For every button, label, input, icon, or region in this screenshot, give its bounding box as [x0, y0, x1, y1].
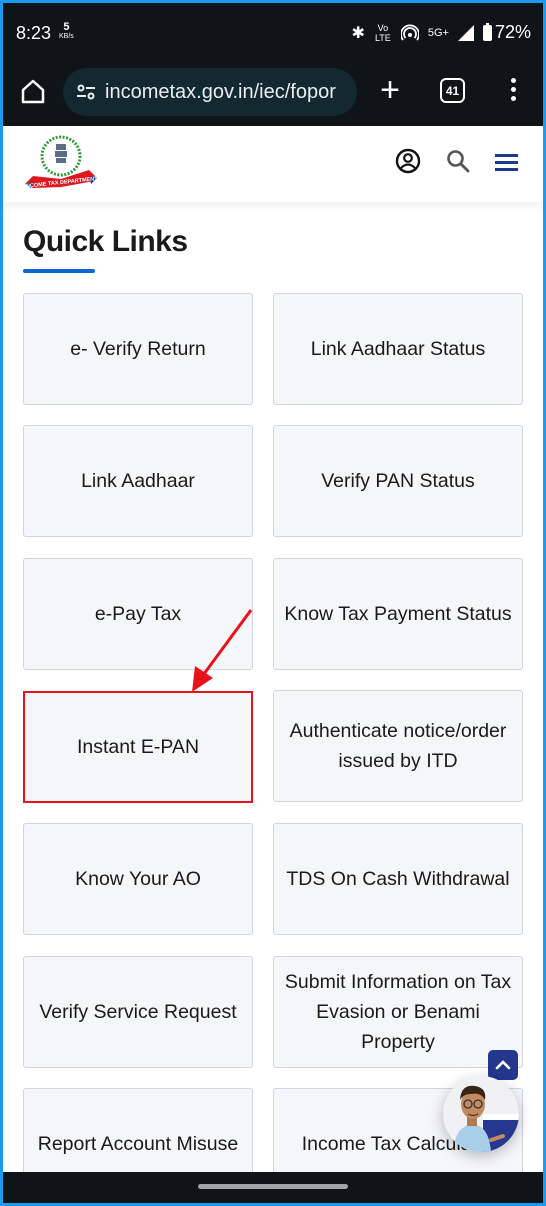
site-settings-icon[interactable]	[75, 81, 97, 103]
volte-icon: Vo LTE	[374, 22, 391, 43]
clock: 8:23	[16, 23, 52, 43]
home-icon[interactable]	[18, 76, 48, 106]
network-speed: 5 KB/s	[59, 21, 74, 41]
assistant-character-icon	[453, 1085, 519, 1152]
hotspot-icon	[400, 24, 419, 41]
new-tab-button[interactable]: +	[375, 73, 405, 107]
status-icons: ✱ Vo LTE 5G+ 72%	[351, 22, 531, 43]
quick-link-link-aadhaar-status[interactable]: Link Aadhaar Status	[273, 293, 523, 405]
browser-toolbar: incometax.gov.in/iec/fopor + 41	[3, 58, 543, 126]
chevron-up-icon	[495, 1060, 511, 1070]
gesture-handle[interactable]	[198, 1184, 348, 1189]
search-icon[interactable]	[445, 148, 471, 174]
user-account-icon[interactable]	[395, 148, 421, 174]
bluetooth-icon: ✱	[351, 24, 365, 42]
quick-link-tds-on-cash-withdrawal[interactable]: TDS On Cash Withdrawal	[273, 823, 523, 935]
page-title: Quick Links	[23, 225, 188, 258]
status-bar: 8:23 5 KB/s ✱ Vo LTE 5G+ 72%	[3, 3, 543, 58]
quick-link-know-tax-payment-status[interactable]: Know Tax Payment Status	[273, 558, 523, 670]
chatbot-assistant-avatar[interactable]	[443, 1076, 519, 1152]
quick-link-verify-pan-status[interactable]: Verify PAN Status	[273, 425, 523, 537]
scroll-to-top-button[interactable]	[488, 1050, 518, 1080]
battery-indicator: 72%	[482, 22, 531, 43]
annotation-arrow-icon	[192, 609, 253, 692]
quick-link-know-your-ao[interactable]: Know Your AO	[23, 823, 253, 935]
quick-link-verify-service-request[interactable]: Verify Service Request	[23, 956, 253, 1068]
income-tax-logo[interactable]: INCOME TAX DEPARTMENT	[21, 132, 101, 192]
tab-switcher-button[interactable]: 41	[440, 78, 465, 103]
quick-link-link-aadhaar[interactable]: Link Aadhaar	[23, 425, 253, 537]
quick-link-e-verify-return[interactable]: e- Verify Return	[23, 293, 253, 405]
site-header: INCOME TAX DEPARTMENT	[3, 126, 543, 202]
signal-icon	[457, 24, 474, 41]
quick-link-instant-e-pan[interactable]: Instant E-PAN	[23, 691, 253, 803]
network-type-icon: 5G+	[427, 26, 449, 39]
quick-link-authenticate-notice[interactable]: Authenticate notice/order issued by ITD	[273, 690, 523, 802]
browser-menu-button[interactable]	[503, 78, 523, 106]
battery-icon	[482, 22, 492, 41]
url-text[interactable]: incometax.gov.in/iec/fopor	[105, 81, 336, 104]
quick-link-submit-tax-evasion-info[interactable]: Submit Information on Tax Evasion or Ben…	[273, 956, 523, 1068]
system-navigation-bar	[3, 1172, 543, 1203]
phone-screen: 8:23 5 KB/s ✱ Vo LTE 5G+ 72% incometax.g…	[3, 3, 543, 1203]
hamburger-menu-icon[interactable]	[495, 154, 518, 172]
title-underline	[23, 269, 95, 273]
address-bar[interactable]: incometax.gov.in/iec/fopor	[63, 68, 357, 116]
